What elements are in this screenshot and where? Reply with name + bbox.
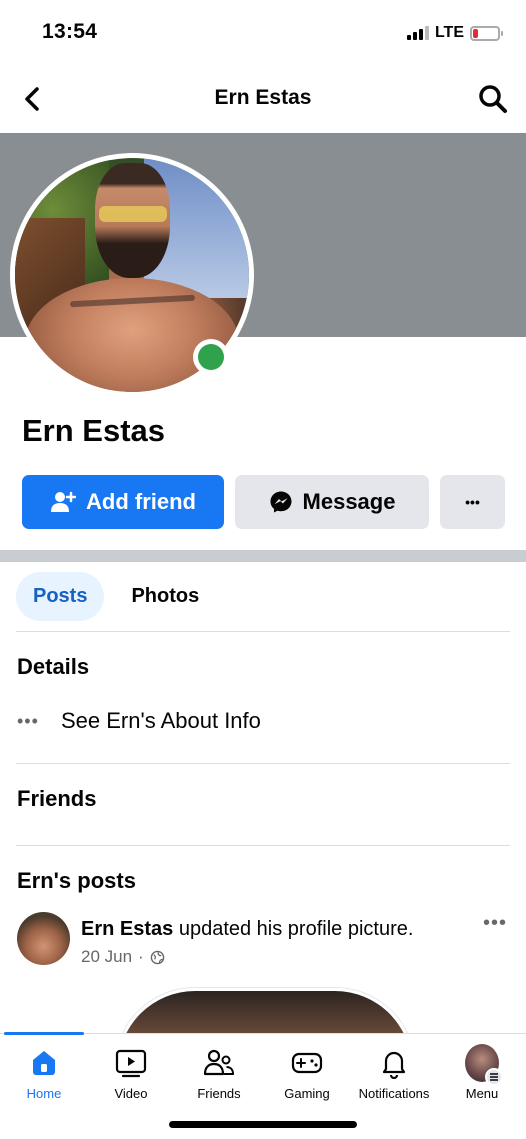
add-friend-button[interactable]: Add friend	[22, 475, 224, 529]
bell-icon	[377, 1046, 411, 1080]
nav-gaming[interactable]: Gaming	[263, 1046, 351, 1101]
see-about-info-link[interactable]: ••• See Ern's About Info	[17, 708, 261, 734]
post-options-button[interactable]: •••	[483, 912, 507, 935]
active-tab-indicator	[4, 1032, 84, 1035]
tab-photos[interactable]: Photos	[114, 572, 216, 621]
nav-video[interactable]: Video	[87, 1046, 175, 1101]
post-headline: Ern Estas updated his profile picture.	[81, 917, 471, 941]
meta-separator: ·	[138, 947, 144, 966]
more-dots-icon: •••	[17, 710, 39, 731]
divider	[16, 845, 510, 846]
friends-title: Friends	[17, 786, 97, 811]
divider	[16, 631, 510, 632]
page-title: Ern Estas	[214, 86, 312, 109]
video-icon	[114, 1046, 148, 1080]
profile-actions: Add friend Message •••	[22, 475, 505, 529]
add-friend-icon	[51, 491, 76, 512]
more-options-button[interactable]: •••	[440, 475, 505, 529]
network-label: LTE	[434, 24, 464, 41]
message-button[interactable]: Message	[235, 475, 429, 529]
online-status-indicator	[193, 339, 229, 375]
status-indicators: LTE	[406, 24, 503, 42]
nav-home[interactable]: Home	[0, 1046, 88, 1101]
nav-friends[interactable]: Friends	[175, 1046, 263, 1101]
avatar[interactable]	[17, 912, 70, 965]
profile-tabs: Posts Photos	[16, 572, 216, 622]
battery-icon	[470, 25, 503, 41]
details-title: Details	[17, 654, 90, 679]
nav-menu[interactable]: Menu	[438, 1044, 526, 1101]
home-indicator	[169, 1121, 357, 1128]
tab-posts[interactable]: Posts	[16, 572, 105, 621]
divider	[16, 763, 510, 764]
gaming-icon	[290, 1046, 324, 1080]
profile-name: Ern Estas	[22, 413, 166, 448]
section-separator	[0, 550, 526, 562]
friends-icon	[202, 1046, 236, 1080]
post-action: updated his profile picture.	[178, 918, 414, 940]
signal-icon	[406, 26, 429, 40]
posts-section-title: Ern's posts	[17, 868, 136, 893]
globe-icon	[150, 950, 165, 964]
search-icon	[479, 85, 507, 113]
post-date[interactable]: 20 Jun	[81, 947, 132, 967]
nav-notifications[interactable]: Notifications	[350, 1046, 438, 1101]
nav-header: Ern Estas	[0, 66, 526, 132]
status-bar: 13:54 LTE	[0, 0, 526, 66]
hamburger-icon	[485, 1068, 503, 1086]
status-time: 13:54	[42, 20, 98, 43]
add-friend-label: Add friend	[86, 489, 196, 514]
home-icon	[27, 1046, 61, 1080]
about-info-label: See Ern's About Info	[61, 708, 261, 733]
post-meta: 20 Jun ·	[81, 947, 165, 967]
more-dots-icon: •••	[465, 494, 480, 510]
menu-avatar	[465, 1044, 503, 1086]
messenger-icon	[270, 491, 292, 513]
message-label: Message	[302, 489, 396, 514]
post-author[interactable]: Ern Estas	[81, 918, 173, 940]
search-button[interactable]	[476, 82, 510, 116]
